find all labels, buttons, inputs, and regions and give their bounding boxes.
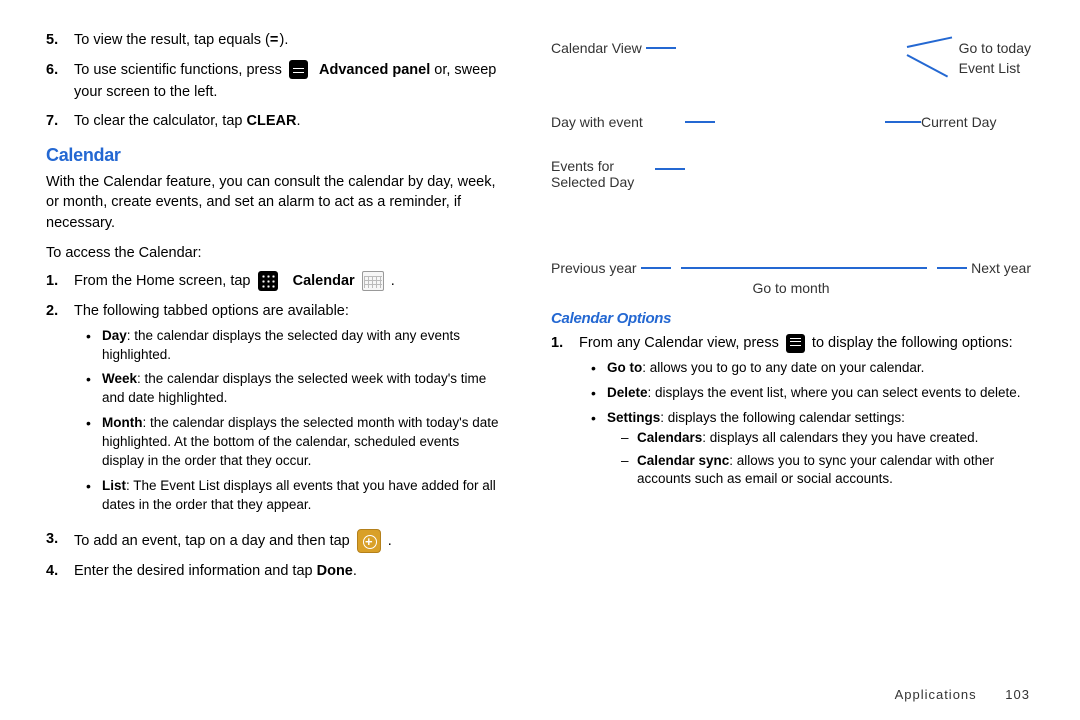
label-selected-day: Selected Day — [551, 174, 651, 190]
text: To clear the calculator, tap — [74, 113, 247, 129]
text: From the Home screen, tap — [74, 273, 255, 289]
menu-icon — [786, 334, 805, 353]
bold: Month — [102, 415, 142, 430]
label-event-list: Event List — [959, 60, 1031, 76]
bullet-settings: Settings: displays the following calenda… — [591, 409, 1031, 489]
text: ). — [280, 32, 289, 48]
step-number: 4. — [46, 561, 74, 583]
step-text: To view the result, tap equals (= ). — [74, 30, 501, 52]
text: . — [353, 563, 357, 579]
label-current-day: Current Day — [921, 114, 1031, 130]
step-6: 6. To use scientific functions, press Ad… — [46, 60, 501, 104]
text: From any Calendar view, press — [579, 335, 783, 351]
text: : displays the event list, where you can… — [648, 385, 1021, 400]
text: : the calendar displays the selected day… — [102, 328, 460, 362]
step-text: From the Home screen, tap Calendar . — [74, 271, 501, 293]
dash-calendar-sync: Calendar sync: allows you to sync your c… — [621, 452, 1031, 488]
step-number: 1. — [551, 333, 579, 494]
dash-calendars: Calendars: displays all calendars they y… — [621, 429, 1031, 447]
connector-line — [646, 47, 676, 49]
access-line: To access the Calendar: — [46, 243, 501, 263]
bold: List — [102, 478, 126, 493]
step-text: To use scientific functions, press Advan… — [74, 60, 501, 104]
text: to display the following options: — [808, 335, 1013, 351]
text: . — [296, 113, 300, 129]
bullet-delete: Delete: displays the event list, where y… — [591, 384, 1031, 403]
text: : the calendar displays the selected wee… — [102, 371, 486, 405]
step-number: 3. — [46, 529, 74, 553]
step-7: 7. To clear the calculator, tap CLEAR. — [46, 111, 501, 133]
text: : allows you to go to any date on your c… — [642, 360, 924, 375]
calendar-diagram: Calendar View Go to today Event List Day… — [551, 40, 1031, 296]
add-event-icon — [357, 529, 381, 553]
calendar-icon — [362, 271, 384, 291]
bullet-goto: Go to: allows you to go to any date on y… — [591, 359, 1031, 378]
connector-branch — [907, 40, 953, 80]
bold: Calendars — [637, 430, 702, 445]
connector-line — [655, 168, 685, 170]
connector-gap — [681, 267, 927, 269]
label-day-event: Day with event — [551, 114, 681, 130]
bold: CLEAR — [247, 113, 297, 129]
bold: Go to — [607, 360, 642, 375]
bold: Week — [102, 371, 137, 386]
text: : the calendar displays the selected mon… — [102, 415, 499, 468]
bold: Calendar — [293, 273, 355, 289]
step-number: 7. — [46, 111, 74, 133]
heading-calendar: Calendar — [46, 145, 501, 166]
label-events-for: Events for — [551, 158, 651, 174]
step-text: From any Calendar view, press to display… — [579, 333, 1031, 494]
bullet-list: List: The Event List displays all events… — [86, 477, 501, 515]
cal-step-2: 2. The following tabbed options are avai… — [46, 301, 501, 521]
text: To view the result, tap equals ( — [74, 32, 270, 48]
calendar-intro: With the Calendar feature, you can consu… — [46, 172, 501, 233]
step-5: 5. To view the result, tap equals (= ). — [46, 30, 501, 52]
label-calendar-view: Calendar View — [551, 40, 642, 56]
page-footer: Applications 103 — [895, 687, 1030, 702]
step-number: 5. — [46, 30, 74, 52]
footer-page: 103 — [1005, 687, 1030, 702]
bold: Delete — [607, 385, 648, 400]
bold: Done — [317, 563, 353, 579]
text: Enter the desired information and tap — [74, 563, 317, 579]
advanced-panel-icon — [289, 60, 308, 79]
bold: Calendar sync — [637, 453, 729, 468]
bold: Day — [102, 328, 127, 343]
text: : The Event List displays all events tha… — [102, 478, 496, 512]
text: To use scientific functions, press — [74, 62, 286, 78]
bullet-week: Week: the calendar displays the selected… — [86, 370, 501, 408]
label-go-today: Go to today — [959, 40, 1031, 56]
bold: = — [270, 32, 280, 48]
step-text: To add an event, tap on a day and then t… — [74, 529, 501, 553]
step-number: 1. — [46, 271, 74, 293]
connector-line — [937, 267, 967, 269]
text: The following tabbed options are availab… — [74, 303, 349, 319]
connector-line — [641, 267, 671, 269]
label-next-year: Next year — [971, 260, 1031, 276]
cal-step-4: 4. Enter the desired information and tap… — [46, 561, 501, 583]
text: : displays the following calendar settin… — [660, 410, 905, 425]
bold: Advanced panel — [319, 62, 430, 78]
step-text: Enter the desired information and tap Do… — [74, 561, 501, 583]
label-prev-year: Previous year — [551, 260, 637, 276]
step-number: 2. — [46, 301, 74, 521]
bullet-day: Day: the calendar displays the selected … — [86, 327, 501, 365]
step-text: To clear the calculator, tap CLEAR. — [74, 111, 501, 133]
connector-line — [885, 121, 921, 123]
opt-step-1: 1. From any Calendar view, press to disp… — [551, 333, 1031, 494]
bold: Settings — [607, 410, 660, 425]
apps-grid-icon — [258, 271, 278, 291]
text: . — [388, 533, 392, 549]
text: To add an event, tap on a day and then t… — [74, 533, 354, 549]
bullet-month: Month: the calendar displays the selecte… — [86, 414, 501, 471]
connector-line — [685, 121, 715, 123]
footer-section: Applications — [895, 687, 977, 702]
label-goto-month: Go to month — [551, 280, 1031, 296]
cal-step-3: 3. To add an event, tap on a day and the… — [46, 529, 501, 553]
text: : displays all calendars they you have c… — [702, 430, 978, 445]
cal-step-1: 1. From the Home screen, tap Calendar . — [46, 271, 501, 293]
step-number: 6. — [46, 60, 74, 104]
heading-calendar-options: Calendar Options — [551, 310, 1031, 327]
step-text: The following tabbed options are availab… — [74, 301, 501, 521]
